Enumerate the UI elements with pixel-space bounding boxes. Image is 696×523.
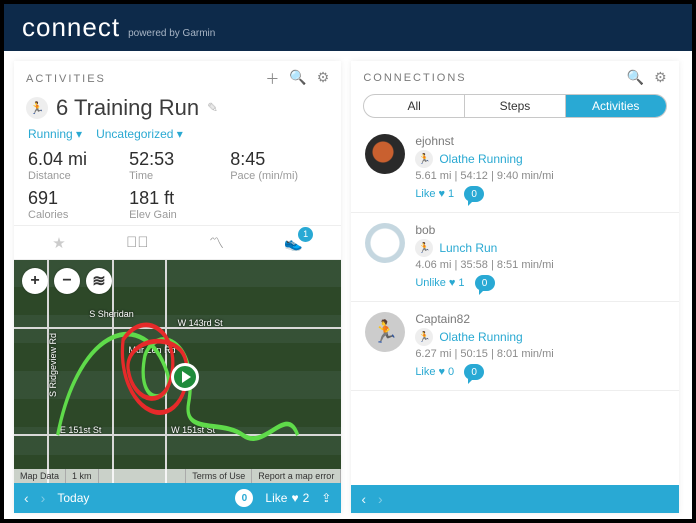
- like-button[interactable]: Like♥ 1: [415, 188, 454, 200]
- zoom-out-button[interactable]: −: [54, 268, 80, 294]
- next-page-button[interactable]: ›: [378, 491, 383, 507]
- trend-icon[interactable]: 〽: [209, 232, 224, 253]
- feed-activity-meta: 6.27 mi | 50:15 | 8:01 min/mi: [415, 348, 664, 360]
- prev-activity-button[interactable]: ‹: [24, 490, 29, 506]
- comment-count-badge[interactable]: 0: [475, 275, 495, 291]
- activities-panel: ACTIVITIES ＋ 🔍 ⚙ 🏃 6 Training Run ✎ Runn…: [14, 61, 341, 513]
- feed-item: bob 🏃Lunch Run 4.06 mi | 35:58 | 8:51 mi…: [351, 213, 678, 302]
- footer-date-label: Today: [57, 491, 89, 505]
- stat-pace-value: 8:45: [230, 149, 327, 170]
- search-icon[interactable]: 🔍: [289, 69, 306, 89]
- avatar[interactable]: 🏃: [365, 312, 405, 352]
- like-button[interactable]: Like♥ 2: [265, 491, 309, 505]
- feed-username[interactable]: bob: [415, 223, 664, 237]
- street-label: W 143rd St: [178, 318, 223, 328]
- feed-activity-meta: 4.06 mi | 35:58 | 8:51 min/mi: [415, 259, 664, 271]
- stat-pace-label: Pace (min/mi): [230, 170, 327, 182]
- edit-icon[interactable]: ✎: [207, 100, 218, 116]
- favorite-icon[interactable]: ★: [52, 234, 65, 252]
- feed-activity-link[interactable]: 🏃Olathe Running: [415, 328, 664, 346]
- gear-shoe-icon[interactable]: 👟1: [284, 234, 303, 252]
- street-label: S Sheridan: [89, 309, 134, 319]
- map-attribution: Map Data 1 km Terms of Use Report a map …: [14, 469, 341, 483]
- run-icon: 🏃: [415, 150, 433, 168]
- stat-time-value: 52:53: [129, 149, 226, 170]
- stat-distance-label: Distance: [28, 170, 125, 182]
- map-scale: 1 km: [66, 469, 99, 483]
- feed-activity-link[interactable]: 🏃Olathe Running: [415, 150, 664, 168]
- activity-category-dropdown[interactable]: Uncategorized ▾: [96, 127, 183, 141]
- stat-time-label: Time: [129, 170, 226, 182]
- connections-tabs: All Steps Activities: [363, 94, 666, 118]
- play-button[interactable]: [171, 363, 199, 391]
- activity-map[interactable]: S Ridgeview Rd S Sheridan Mur Len Rd W 1…: [14, 260, 341, 483]
- activity-name: 6 Training Run: [56, 95, 199, 121]
- avatar[interactable]: [365, 134, 405, 174]
- next-activity-button[interactable]: ›: [41, 490, 46, 506]
- feed-activity-link[interactable]: 🏃Lunch Run: [415, 239, 664, 257]
- map-report-link[interactable]: Report a map error: [252, 469, 341, 483]
- feed-activity-meta: 5.61 mi | 54:12 | 9:40 min/mi: [415, 170, 664, 182]
- run-icon: 🏃: [415, 239, 433, 257]
- app-header: connect powered by Garmin: [4, 4, 692, 51]
- comment-count-badge[interactable]: 0: [464, 364, 484, 380]
- run-icon: 🏃: [415, 328, 433, 346]
- feed-item: ejohnst 🏃Olathe Running 5.61 mi | 54:12 …: [351, 124, 678, 213]
- tab-activities[interactable]: Activities: [565, 95, 666, 117]
- street-label: Mur Len Rd: [129, 345, 176, 355]
- unlike-button[interactable]: Unlike♥ 1: [415, 277, 464, 289]
- app-frame: connect powered by Garmin ACTIVITIES ＋ 🔍…: [0, 0, 696, 523]
- stat-calories-value: 691: [28, 188, 125, 209]
- edit-note-icon[interactable]: ✎⃞: [126, 234, 149, 251]
- feed-username[interactable]: Captain82: [415, 312, 664, 326]
- comment-count-badge[interactable]: 0: [464, 186, 484, 202]
- layers-button[interactable]: ≋: [86, 268, 112, 294]
- street-label: W 151st St: [171, 425, 215, 435]
- stat-distance-value: 6.04 mi: [28, 149, 125, 170]
- gear-icon[interactable]: ⚙: [317, 69, 330, 89]
- stat-elev-value: 181 ft: [129, 188, 226, 209]
- gear-icon[interactable]: ⚙: [654, 69, 667, 86]
- street-label: E 151st St: [60, 425, 102, 435]
- stat-elev-label: Elev Gain: [129, 209, 226, 221]
- activities-footer: ‹ › Today 0 Like♥ 2 ⇪: [14, 483, 341, 513]
- street-label: S Ridgeview Rd: [48, 333, 58, 397]
- connections-feed: ejohnst 🏃Olathe Running 5.61 mi | 54:12 …: [351, 124, 678, 485]
- connections-panel: CONNECTIONS 🔍 ⚙ All Steps Activities ejo…: [351, 61, 678, 513]
- activity-type-dropdown[interactable]: Running ▾: [28, 127, 82, 141]
- stat-calories-label: Calories: [28, 209, 125, 221]
- map-terms-link[interactable]: Terms of Use: [186, 469, 252, 483]
- brand-subtitle: powered by Garmin: [128, 28, 215, 39]
- comment-count-badge[interactable]: 0: [235, 489, 253, 507]
- activities-heading: ACTIVITIES: [26, 73, 106, 85]
- feed-item: 🏃 Captain82 🏃Olathe Running 6.27 mi | 50…: [351, 302, 678, 391]
- map-data-link[interactable]: Map Data: [14, 469, 66, 483]
- brand-logo: connect: [22, 12, 120, 43]
- tab-steps[interactable]: Steps: [464, 95, 565, 117]
- run-icon: 🏃: [26, 97, 48, 119]
- share-icon[interactable]: ⇪: [321, 491, 331, 505]
- main-content: ACTIVITIES ＋ 🔍 ⚙ 🏃 6 Training Run ✎ Runn…: [4, 51, 692, 519]
- search-icon[interactable]: 🔍: [627, 69, 644, 86]
- connections-footer: ‹ ›: [351, 485, 678, 513]
- tab-all[interactable]: All: [364, 95, 464, 117]
- connections-heading: CONNECTIONS: [363, 72, 466, 84]
- like-button[interactable]: Like♥ 0: [415, 366, 454, 378]
- prev-page-button[interactable]: ‹: [361, 491, 366, 507]
- add-icon[interactable]: ＋: [265, 69, 279, 89]
- gear-count-badge: 1: [298, 227, 313, 242]
- feed-username[interactable]: ejohnst: [415, 134, 664, 148]
- avatar[interactable]: [365, 223, 405, 263]
- zoom-in-button[interactable]: +: [22, 268, 48, 294]
